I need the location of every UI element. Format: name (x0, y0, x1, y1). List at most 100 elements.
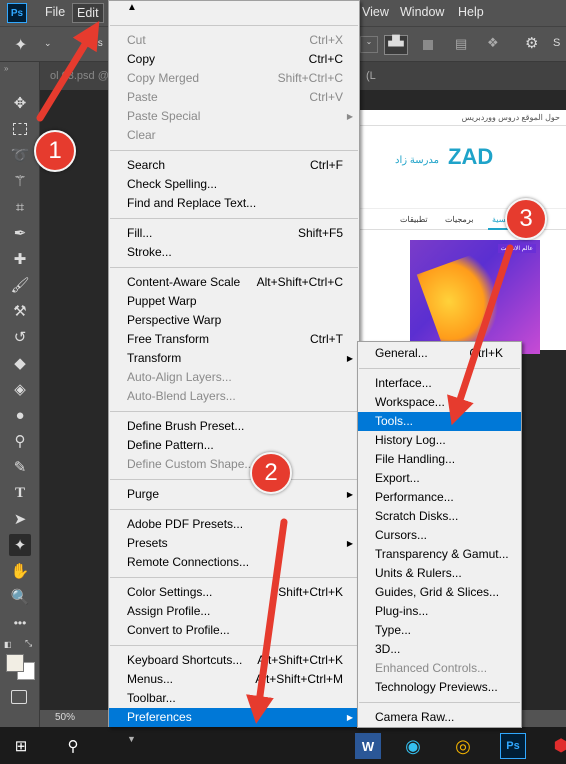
default-colors-icon[interactable]: ◧ (4, 640, 12, 649)
chevron-down-icon[interactable]: ⌄ (44, 38, 52, 49)
preferences-item-technology-previews[interactable]: Technology Previews... (358, 678, 521, 697)
menu-item-fill[interactable]: Fill... Shift+F5 (109, 224, 359, 243)
word-icon[interactable]: W (355, 733, 381, 759)
preferences-item-tools[interactable]: Tools... (358, 412, 521, 431)
menu-help[interactable]: Help (458, 5, 484, 19)
document-tab-fragment[interactable]: (L (366, 70, 376, 82)
menu-item-search[interactable]: Search Ctrl+F (109, 156, 359, 175)
preferences-item-units-rulers[interactable]: Units & Rulers... (358, 564, 521, 583)
more-tools-icon[interactable]: ••• (9, 612, 31, 634)
menu-view[interactable]: View (362, 5, 389, 19)
menu-scroll-down-icon[interactable]: ▼ (127, 734, 136, 744)
menu-item-paste[interactable]: Paste Ctrl+V (109, 88, 359, 107)
photoshop-taskbar-icon[interactable]: Ps (500, 733, 526, 759)
hand-tool-icon[interactable]: ✋ (9, 560, 31, 582)
pen-tool-icon[interactable]: ✎ (9, 456, 31, 478)
menu-edit[interactable]: Edit (72, 3, 104, 23)
menu-item-content-aware-scale[interactable]: Content-Aware Scale Alt+Shift+Ctrl+C (109, 273, 359, 292)
windows-start-icon[interactable]: ⊞ (8, 733, 34, 759)
document-tab-fragment-left[interactable]: ol 03.psd @ (50, 70, 109, 82)
crop-tool-icon[interactable]: ⌗ (9, 196, 31, 218)
menu-item-color-settings[interactable]: Color Settings... Shift+Ctrl+K (109, 583, 359, 602)
type-tool-icon[interactable]: T (9, 482, 31, 504)
preferences-item-type[interactable]: Type... (358, 621, 521, 640)
select-fragment[interactable]: ⌄ (360, 36, 378, 53)
menu-item-remote-connections[interactable]: Remote Connections... (109, 553, 359, 572)
menu-item-presets[interactable]: Presets ▶ (109, 534, 359, 553)
menu-item-perspective-warp[interactable]: Perspective Warp (109, 311, 359, 330)
menu-item-paste-special[interactable]: Paste Special ▶ (109, 107, 359, 126)
preferences-item-history-log[interactable]: History Log... (358, 431, 521, 450)
menu-item-toolbar[interactable]: Toolbar... (109, 689, 359, 708)
search-icon[interactable]: ⚲ (60, 733, 86, 759)
eyedropper-tool-icon[interactable]: ✒ (9, 222, 31, 244)
square-icon[interactable] (423, 40, 433, 50)
menu-item-purge[interactable]: Purge ▶ (109, 485, 359, 504)
menu-item-copy-merged[interactable]: Copy Merged Shift+Ctrl+C (109, 69, 359, 88)
menu-item-adobe-pdf-presets[interactable]: Adobe PDF Presets... (109, 515, 359, 534)
menu-item-transform[interactable]: Transform ▶ (109, 349, 359, 368)
preferences-item-guides-grid-slices[interactable]: Guides, Grid & Slices... (358, 583, 521, 602)
preferences-item-cursors[interactable]: Cursors... (358, 526, 521, 545)
preferences-item-interface[interactable]: Interface... (358, 374, 521, 393)
align-icon[interactable]: ▤ (455, 36, 467, 52)
menu-item-assign-profile[interactable]: Assign Profile... (109, 602, 359, 621)
chrome-icon[interactable]: ◎ (450, 733, 476, 759)
clone-stamp-tool-icon[interactable]: ⚒ (9, 300, 31, 322)
history-brush-tool-icon[interactable]: ↺ (9, 326, 31, 348)
preferences-item-general[interactable]: General... Ctrl+K (358, 344, 521, 363)
menu-window[interactable]: Window (400, 5, 444, 19)
quick-mask-icon[interactable] (11, 690, 27, 704)
eraser-tool-icon[interactable]: ◆ (9, 352, 31, 374)
labels-fragment[interactable]: els (90, 38, 103, 49)
blur-tool-icon[interactable]: ● (9, 404, 31, 426)
menu-file[interactable]: File (45, 5, 65, 19)
menu-item-define-custom-shape[interactable]: Define Custom Shape... (109, 455, 359, 474)
preferences-item-performance[interactable]: Performance... (358, 488, 521, 507)
menu-item-preferences[interactable]: Preferences ▶ (109, 708, 359, 727)
menu-item-define-brush-preset[interactable]: Define Brush Preset... (109, 417, 359, 436)
preferences-item-plug-ins[interactable]: Plug-ins... (358, 602, 521, 621)
layers-stack-icon[interactable]: ❖ (487, 35, 499, 51)
lasso-tool-icon[interactable]: ➰ (9, 144, 31, 166)
menu-item-find-and-replace-text[interactable]: Find and Replace Text... (109, 194, 359, 213)
magic-wand-tool-icon[interactable]: ⚚ (9, 170, 31, 192)
edge-icon[interactable]: ◉ (400, 733, 426, 759)
menu-item-cut[interactable]: Cut Ctrl+X (109, 31, 359, 50)
shape-tool-icon[interactable]: ✦ (9, 534, 31, 556)
preferences-item-export[interactable]: Export... (358, 469, 521, 488)
dodge-tool-icon[interactable]: ⚲ (9, 430, 31, 452)
menu-item-check-spelling[interactable]: Check Spelling... (109, 175, 359, 194)
foreground-color-swatch[interactable] (6, 654, 24, 672)
preferences-item-camera-raw[interactable]: Camera Raw... (358, 708, 521, 727)
swap-colors-icon[interactable]: ⤡ (25, 638, 32, 649)
tool-preset-icon[interactable]: ✦ (14, 35, 27, 55)
menu-item-puppet-warp[interactable]: Puppet Warp (109, 292, 359, 311)
menu-item-keyboard-shortcuts[interactable]: Keyboard Shortcuts... Alt+Shift+Ctrl+K (109, 651, 359, 670)
preferences-item-transparency-gamut[interactable]: Transparency & Gamut... (358, 545, 521, 564)
preferences-item-scratch-disks[interactable]: Scratch Disks... (358, 507, 521, 526)
menu-item-auto-blend-layers[interactable]: Auto-Blend Layers... (109, 387, 359, 406)
gear-icon[interactable]: ⚙ (525, 34, 538, 52)
panel-collapse-icon[interactable]: » (4, 64, 8, 73)
healing-brush-tool-icon[interactable]: ✚ (9, 248, 31, 270)
menu-item-convert-to-profile[interactable]: Convert to Profile... (109, 621, 359, 640)
zoom-level[interactable]: 50% (55, 712, 75, 723)
acrobat-icon[interactable]: ⬢ (548, 733, 566, 759)
preferences-item-file-handling[interactable]: File Handling... (358, 450, 521, 469)
marquee-tool-icon[interactable] (9, 118, 31, 140)
menu-item-copy[interactable]: Copy Ctrl+C (109, 50, 359, 69)
menu-item-menus[interactable]: Menus... Alt+Shift+Ctrl+M (109, 670, 359, 689)
preferences-item-enhanced-controls[interactable]: Enhanced Controls... (358, 659, 521, 678)
preferences-item-workspace[interactable]: Workspace... (358, 393, 521, 412)
workspace-fragment[interactable]: S (553, 37, 560, 49)
move-tool-icon[interactable]: ✥ (9, 92, 31, 114)
preferences-item-3d[interactable]: 3D... (358, 640, 521, 659)
menu-item-auto-align-layers[interactable]: Auto-Align Layers... (109, 368, 359, 387)
menu-item-define-pattern[interactable]: Define Pattern... (109, 436, 359, 455)
menu-item-free-transform[interactable]: Free Transform Ctrl+T (109, 330, 359, 349)
histogram-icon[interactable]: ▟▙ (384, 35, 408, 55)
path-selection-tool-icon[interactable]: ➤ (9, 508, 31, 530)
menu-item-stroke[interactable]: Stroke... (109, 243, 359, 262)
zoom-tool-icon[interactable]: 🔍 (9, 586, 31, 608)
